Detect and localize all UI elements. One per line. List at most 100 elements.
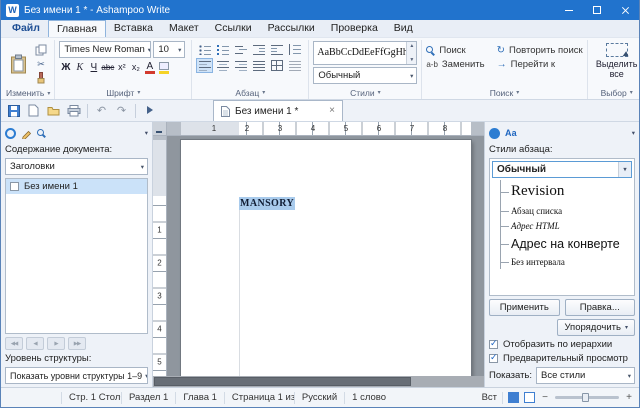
menu-item-references[interactable]: Ссылки: [207, 20, 260, 37]
font-color-button[interactable]: А: [143, 60, 156, 75]
dropdown-icon[interactable]: ▾: [378, 89, 381, 96]
menu-item-review[interactable]: Проверка: [323, 20, 386, 37]
menu-item-mailings[interactable]: Рассылки: [260, 20, 323, 37]
status-language[interactable]: Русский: [295, 392, 345, 404]
shading-button[interactable]: [286, 58, 303, 73]
menu-item-home[interactable]: Главная: [48, 20, 106, 37]
copy-button[interactable]: [33, 43, 49, 57]
tab-stop-selector[interactable]: [153, 122, 167, 136]
document-tab[interactable]: Без имени 1 * ×: [213, 100, 343, 121]
bold-button[interactable]: Ж: [59, 60, 72, 75]
item-checkbox[interactable]: [10, 182, 19, 191]
undo-button[interactable]: ↶: [93, 102, 110, 119]
nav-prev-button[interactable]: ◀: [26, 337, 44, 350]
navigator-icon[interactable]: [5, 128, 16, 139]
organize-button[interactable]: Упорядочить▾: [557, 319, 635, 336]
menu-item-layout[interactable]: Макет: [161, 20, 207, 37]
horizontal-ruler[interactable]: 1 2 3 4 5 6 7 8: [167, 122, 484, 136]
zoom-slider[interactable]: [555, 396, 619, 399]
status-position[interactable]: Стр. 1 Столб. 1: [62, 392, 122, 404]
dropdown-icon[interactable]: ▾: [137, 89, 140, 96]
nav-last-button[interactable]: ▶▶: [68, 337, 86, 350]
gallery-scroll-down-icon[interactable]: ▼: [409, 57, 414, 63]
style-list[interactable]: Обычный ▾ Revision Абзац списка Адрес HT…: [489, 158, 635, 296]
status-chapter[interactable]: Глава 1: [176, 392, 225, 404]
zoom-out-button[interactable]: −: [540, 392, 550, 403]
bullets-button[interactable]: [196, 42, 213, 57]
menu-item-file[interactable]: Файл: [4, 20, 48, 37]
new-document-button[interactable]: [25, 102, 42, 119]
menu-item-insert[interactable]: Вставка: [106, 20, 161, 37]
dropdown-icon[interactable]: ▾: [516, 89, 519, 96]
style-item-envelope-address[interactable]: Адрес на конверте: [501, 234, 632, 254]
superscript-button[interactable]: x²: [115, 60, 128, 75]
status-page[interactable]: Страница 1 из 1: [225, 392, 295, 404]
style-item-revision[interactable]: Revision: [501, 180, 632, 203]
justify-button[interactable]: [250, 58, 267, 73]
redo-button[interactable]: ↷: [113, 102, 130, 119]
italic-button[interactable]: К: [73, 60, 86, 75]
font-size-combo[interactable]: 10▾: [153, 41, 185, 58]
align-left-button[interactable]: [196, 58, 213, 73]
select-all-button[interactable]: Выделить все: [592, 41, 640, 86]
align-center-button[interactable]: [214, 58, 231, 73]
nav-next-button[interactable]: ▶: [47, 337, 65, 350]
current-style-combo[interactable]: Обычный▾: [313, 67, 417, 84]
zoom-slider-thumb[interactable]: [582, 393, 589, 402]
tab-close-button[interactable]: ×: [329, 106, 335, 116]
selected-text[interactable]: MANSORY: [239, 197, 295, 210]
page[interactable]: MANSORY: [181, 140, 471, 376]
increase-indent-button[interactable]: [268, 42, 285, 57]
style-gallery[interactable]: AaBbCcDdEeFfGgHhIiJj ▲ ▼: [313, 41, 417, 65]
page-view-button[interactable]: [508, 392, 519, 403]
headings-filter-combo[interactable]: Заголовки▾: [5, 158, 148, 175]
horizontal-scrollbar[interactable]: [153, 376, 484, 387]
highlight-button[interactable]: [157, 60, 170, 75]
status-section[interactable]: Раздел 1: [122, 392, 176, 404]
show-filter-combo[interactable]: Все стили▾: [536, 367, 635, 384]
maximize-button[interactable]: [583, 0, 611, 20]
repeat-search-button[interactable]: ↻Повторить поиск: [497, 45, 583, 56]
vertical-ruler[interactable]: 1 2 3 4 5: [153, 136, 167, 376]
jump-marker-button[interactable]: [141, 102, 158, 119]
gallery-scroll-up-icon[interactable]: ▲: [409, 43, 414, 49]
goto-button[interactable]: →Перейти к: [497, 59, 583, 70]
align-right-button[interactable]: [232, 58, 249, 73]
outline-level-combo[interactable]: Показать уровни структуры 1–9▾: [5, 367, 148, 384]
scrollbar-thumb[interactable]: [154, 377, 411, 386]
strikethrough-button[interactable]: abc: [101, 60, 114, 75]
replace-button[interactable]: a-bЗаменить: [426, 59, 484, 70]
hierarchy-checkbox-row[interactable]: ✓ Отобразить по иерархии: [489, 339, 635, 350]
underline-button[interactable]: Ч: [87, 60, 100, 75]
decrease-indent-button[interactable]: [250, 42, 267, 57]
pencil-icon[interactable]: [21, 128, 32, 139]
paste-button[interactable]: [6, 41, 30, 87]
subscript-button[interactable]: x₂: [129, 60, 142, 75]
web-view-button[interactable]: [524, 392, 535, 403]
borders-button[interactable]: [268, 58, 285, 73]
menu-item-view[interactable]: Вид: [386, 20, 421, 37]
numbering-button[interactable]: [214, 42, 231, 57]
search-icon[interactable]: [37, 129, 46, 138]
dropdown-icon[interactable]: ▾: [630, 89, 633, 96]
cut-button[interactable]: ✂: [33, 57, 49, 71]
zoom-in-button[interactable]: +: [624, 392, 634, 403]
style-item-no-spacing[interactable]: Без интервала: [501, 254, 632, 269]
nav-first-button[interactable]: ◀◀: [5, 337, 23, 350]
line-spacing-button[interactable]: [286, 42, 303, 57]
style-item-html-address[interactable]: Адрес HTML: [501, 218, 632, 234]
multilevel-list-button[interactable]: [232, 42, 249, 57]
document-outline-list[interactable]: Без имени 1: [5, 178, 148, 334]
find-button[interactable]: Поиск: [426, 45, 484, 56]
panel-menu-icon[interactable]: ▾: [145, 129, 148, 137]
style-item-list-paragraph[interactable]: Абзац списка: [501, 203, 632, 218]
dropdown-icon[interactable]: ▾: [47, 90, 50, 97]
open-button[interactable]: [45, 102, 62, 119]
save-button[interactable]: [5, 102, 22, 119]
edit-style-button[interactable]: Правка...: [565, 299, 636, 316]
chevron-down-icon[interactable]: ▾: [618, 162, 631, 177]
insert-mode-indicator[interactable]: Вст: [482, 392, 497, 403]
preview-checkbox[interactable]: ✓: [489, 354, 498, 363]
preview-checkbox-row[interactable]: ✓ Предварительный просмотр: [489, 353, 635, 364]
minimize-button[interactable]: [555, 0, 583, 20]
